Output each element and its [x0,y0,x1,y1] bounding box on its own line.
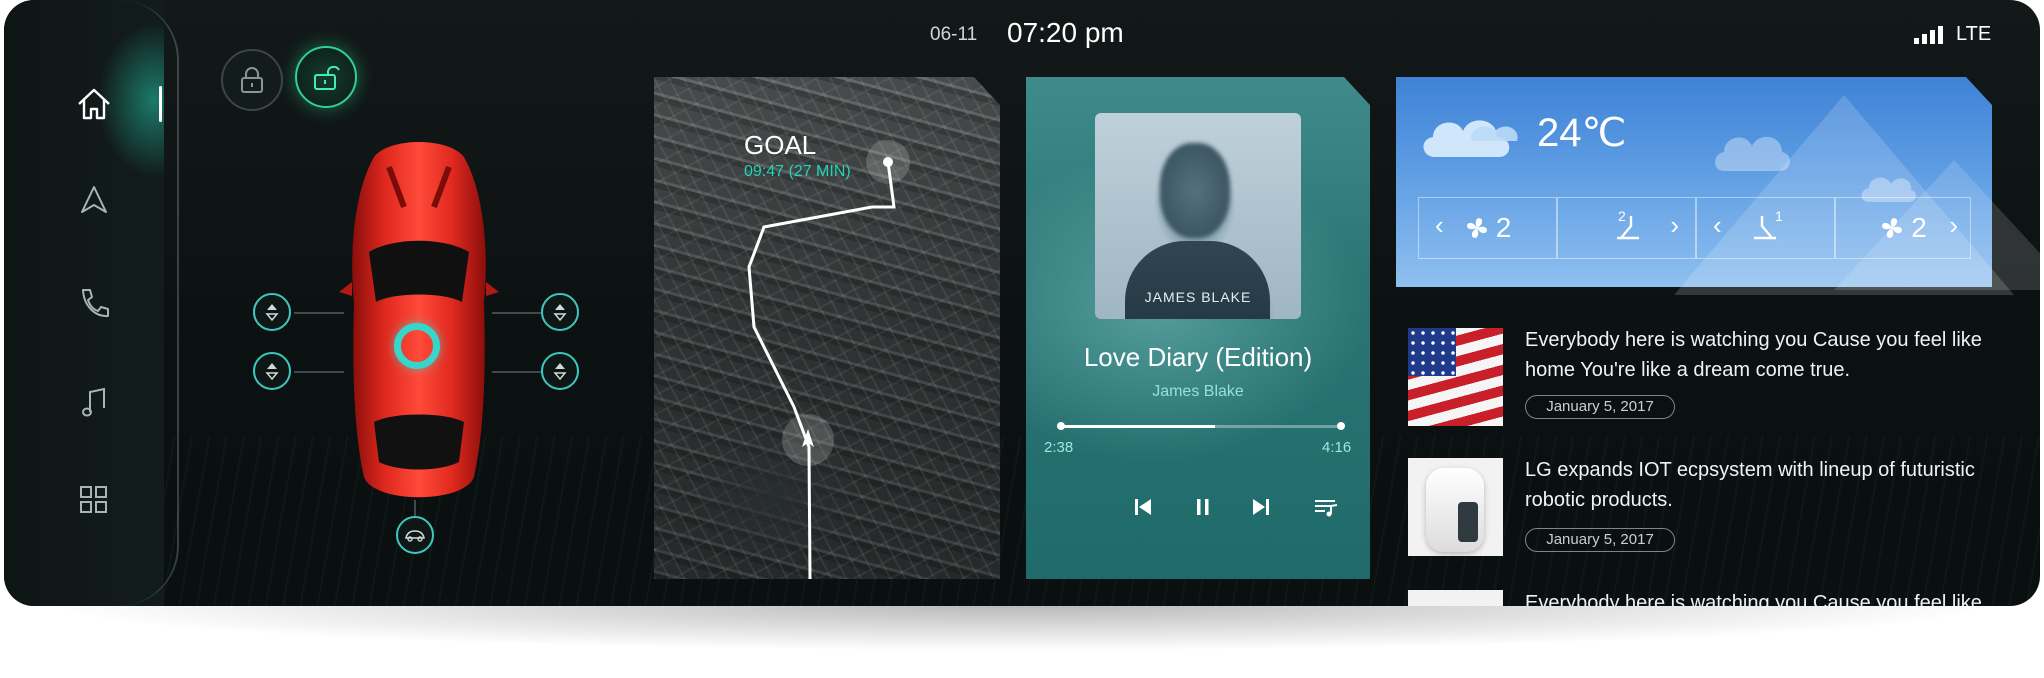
total-time: 4:16 [1322,439,1352,456]
seat-heat-left-level: 2 [1618,208,1626,224]
fan-icon [1466,218,1487,238]
news-date: January 5, 2017 [1525,528,1675,552]
cloud-icon [1715,136,1791,171]
network-label: LTE [1956,23,1992,45]
chevron-right-icon[interactable]: › [1670,210,1679,241]
up-down-arrow-icon [553,304,567,322]
song-artist: James Blake [1152,383,1244,400]
album-cover-text: JAMES BLAKE [1144,289,1252,305]
up-down-arrow-icon [265,304,279,322]
news-headline[interactable]: LG expands IOT ecpsystem with lineup of … [1525,455,1985,515]
lock-button[interactable] [221,49,283,111]
album-cover: JAMES BLAKE [1095,113,1301,319]
up-down-arrow-icon [265,363,279,381]
map-goal-label: GOAL [744,130,817,160]
seat-rear-left-button[interactable] [253,352,291,390]
news-thumbnail[interactable] [1408,590,1503,606]
nav-navigation[interactable] [72,178,116,222]
home-icon [78,88,110,120]
chevron-left-icon[interactable]: ‹ [1435,210,1444,241]
car-status-ring [394,323,440,369]
next-icon [1253,499,1269,515]
progress-fill [1061,425,1215,428]
progress-end-dot [1337,422,1345,430]
previous-icon [1135,499,1151,515]
connector-line [294,312,344,314]
seat-front-left-button[interactable] [253,293,291,331]
news-thumbnail[interactable] [1408,328,1503,426]
lock-open-icon [314,65,340,90]
current-time: 2:38 [1044,439,1074,456]
up-down-arrow-icon [553,363,567,381]
signal-icon [1914,24,1943,44]
map-eta: 09:47 (27 MIN) [744,163,851,180]
seat-heat-left-control[interactable]: 2 › [1557,197,1696,259]
news-thumbnail[interactable] [1408,458,1503,556]
navigation-icon [81,186,107,213]
news-headline[interactable]: Everybody here is watching you Cause you… [1525,588,1985,606]
seat-heat-right-level: 1 [1775,208,1783,224]
seat-rear-right-button[interactable] [541,352,579,390]
nav-apps[interactable] [72,478,116,522]
seat-heat-icon [1616,216,1639,240]
trunk-button[interactable] [396,516,434,554]
chevron-left-icon[interactable]: ‹ [1713,210,1722,241]
playlist-button[interactable] [1309,490,1343,524]
status-time: 07:20 pm [1007,17,1124,48]
previous-button[interactable] [1126,490,1160,524]
nav-home[interactable] [72,82,116,126]
playlist-icon [1315,500,1338,517]
nav-active-indicator [159,86,162,122]
next-button[interactable] [1244,490,1278,524]
pause-button[interactable] [1186,490,1220,524]
us-flag-image [1408,328,1503,426]
route-line [747,140,910,579]
fan-right-level: 2 [1911,212,1927,243]
cloud-icon [1423,120,1518,157]
progress-slider[interactable] [1057,422,1345,430]
song-title: Love Diary (Edition) [1083,342,1313,372]
lock-closed-icon [241,67,263,93]
progress-start-dot [1057,422,1065,430]
news-date: January 5, 2017 [1525,395,1675,419]
nav-music[interactable] [72,380,116,424]
fan-right-control[interactable]: 2 › [1835,197,1971,259]
dashboard-screen: 06-11 07:20 pm LTE GOAL 09:47 (27 MIN) J… [4,0,2040,606]
fan-icon [1882,218,1903,238]
fan-left-control[interactable]: ‹ 2 [1418,197,1557,259]
unlock-button[interactable] [295,46,357,108]
connector-line [294,371,344,373]
seat-heat-right-control[interactable]: ‹ 1 [1696,197,1835,259]
connector-line [492,371,544,373]
fan-left-level: 2 [1495,212,1512,243]
car-top-view [339,142,499,498]
news-headline[interactable]: Everybody here is watching you Cause you… [1525,325,1985,385]
car-trunk-icon [405,530,425,542]
robot-image [1408,590,1503,606]
pause-icon [1197,499,1209,515]
temperature: 24℃ [1537,111,1627,155]
phone-icon [82,289,109,318]
nav-phone[interactable] [72,282,116,326]
robot-image [1408,458,1503,556]
chevron-right-icon[interactable]: › [1949,210,1958,241]
apps-icon [80,486,107,513]
connector-line [492,312,544,314]
status-date: 06-11 [930,24,978,45]
music-icon [82,387,105,417]
seat-front-right-button[interactable] [541,293,579,331]
